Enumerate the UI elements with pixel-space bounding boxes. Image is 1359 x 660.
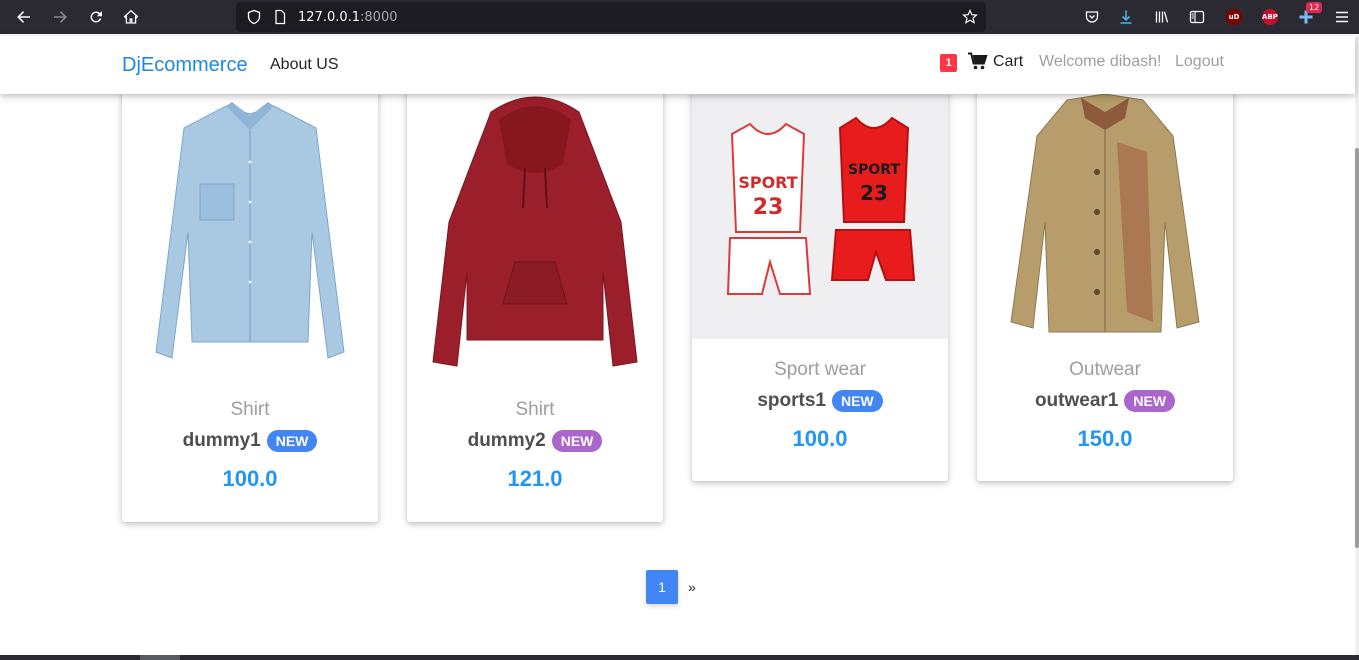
site-navbar: DjEcommerce About US 1 Cart Welcome diba…	[0, 36, 1355, 94]
url-bar[interactable]: 127.0.0.1:8000	[236, 2, 986, 32]
home-icon[interactable]	[119, 5, 143, 29]
library-icon[interactable]	[1150, 5, 1174, 29]
page-scrollbar[interactable]	[1355, 36, 1359, 660]
forward-arrow-icon[interactable]	[48, 5, 72, 29]
svg-text:SPORT: SPORT	[738, 173, 797, 192]
browser-toolbar: 127.0.0.1:8000 uD ABP 12	[0, 0, 1359, 34]
product-name[interactable]: dummy1	[183, 430, 261, 452]
pagination-page-1[interactable]: 1	[646, 570, 678, 604]
logout-link[interactable]: Logout	[1175, 53, 1224, 71]
url-host: 127.0.0.1	[298, 10, 361, 25]
product-category[interactable]: Sport wear	[692, 359, 948, 381]
product-card[interactable]: Outwear outwear1 NEW 150.0	[977, 72, 1233, 481]
taskbar-segment	[140, 655, 180, 660]
svg-text:23: 23	[860, 181, 888, 205]
page-info-icon[interactable]	[268, 5, 292, 29]
product-price: 100.0	[222, 466, 278, 491]
product-category[interactable]: Shirt	[407, 399, 663, 421]
product-name[interactable]: dummy2	[468, 430, 546, 452]
product-price: 100.0	[792, 426, 848, 451]
ublock-label: uD	[1226, 9, 1242, 25]
product-title-row: sports1 NEW	[692, 390, 948, 412]
scrollbar-thumb[interactable]	[1355, 148, 1359, 548]
product-image-red-hoodie[interactable]	[407, 72, 663, 382]
svg-text:SPORT: SPORT	[848, 162, 900, 178]
cart-link[interactable]: Cart	[993, 53, 1023, 71]
product-title-row: outwear1 NEW	[977, 390, 1233, 412]
adblock-plus-icon[interactable]: ABP	[1258, 5, 1282, 29]
product-title-row: dummy2 NEW	[407, 430, 663, 452]
product-card[interactable]: Shirt dummy1 NEW 100.0	[122, 72, 378, 522]
extension-notification-count: 12	[1306, 2, 1323, 13]
product-image-denim-shirt[interactable]	[122, 72, 378, 382]
product-name[interactable]: sports1	[757, 390, 826, 412]
url-text: 127.0.0.1:8000	[298, 10, 398, 25]
taskbar-strip	[0, 655, 1359, 660]
about-us-link[interactable]: About US	[270, 56, 338, 74]
url-port: :8000	[360, 10, 398, 25]
tracking-shield-icon[interactable]	[242, 5, 266, 29]
abp-label: ABP	[1262, 9, 1278, 25]
sidebar-icon[interactable]	[1185, 5, 1209, 29]
hamburger-menu-icon[interactable]	[1330, 5, 1354, 29]
product-category[interactable]: Shirt	[122, 399, 378, 421]
product-image-jersey-set[interactable]: SPORT 23 SPORT 23	[692, 72, 948, 339]
bookmark-star-icon[interactable]	[958, 5, 982, 29]
back-arrow-icon[interactable]	[12, 5, 36, 29]
svg-text:23: 23	[753, 195, 784, 220]
new-badge: NEW	[551, 430, 603, 452]
product-card[interactable]: Shirt dummy2 NEW 121.0	[407, 72, 663, 522]
product-price: 150.0	[1077, 426, 1133, 451]
product-price: 121.0	[507, 466, 563, 491]
cart-count-badge[interactable]: 1	[940, 54, 957, 72]
brand-link[interactable]: DjEcommerce	[122, 54, 248, 77]
ublock-origin-icon[interactable]: uD	[1222, 5, 1246, 29]
product-name[interactable]: outwear1	[1035, 390, 1118, 412]
product-image-khaki-jacket[interactable]	[977, 72, 1233, 339]
product-card[interactable]: SPORT 23 SPORT 23 Sport wear sports1 NEW…	[692, 72, 948, 481]
new-badge: NEW	[266, 430, 318, 452]
pocket-icon[interactable]	[1080, 5, 1104, 29]
reload-icon[interactable]	[84, 5, 108, 29]
product-category[interactable]: Outwear	[977, 359, 1233, 381]
shopping-cart-icon[interactable]	[968, 52, 988, 70]
new-badge: NEW	[831, 390, 883, 412]
download-icon[interactable]	[1114, 5, 1138, 29]
product-title-row: dummy1 NEW	[122, 430, 378, 452]
pagination-next[interactable]: »	[688, 579, 696, 595]
welcome-text: Welcome dibash!	[1039, 53, 1162, 70]
new-badge: NEW	[1124, 390, 1176, 412]
